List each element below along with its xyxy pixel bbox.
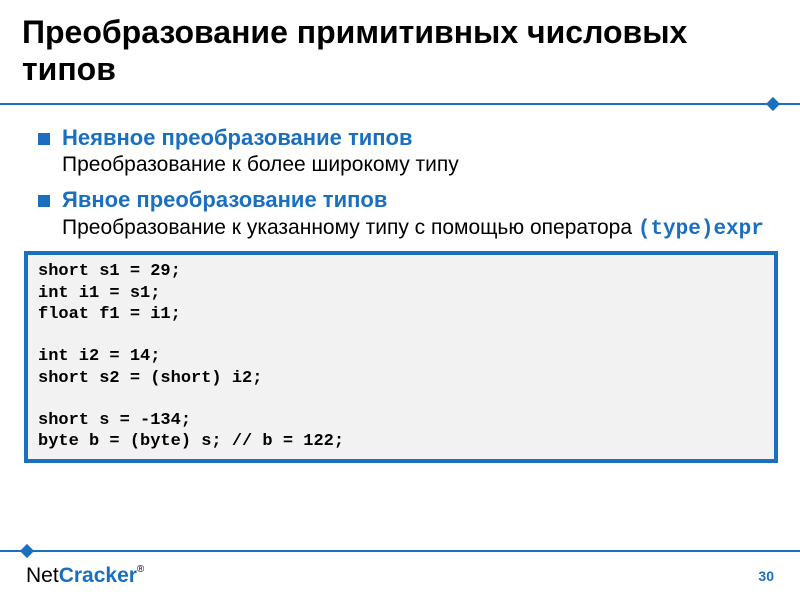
logo-net: Net (26, 564, 59, 587)
footer: NetCracker® 30 (0, 550, 800, 580)
slide-title: Преобразование примитивных числовых типо… (22, 14, 778, 88)
slide: Преобразование примитивных числовых типо… (0, 0, 800, 600)
divider-line (0, 103, 800, 105)
bullet-list: Неявное преобразование типов Преобразова… (34, 124, 768, 244)
content-area: Неявное преобразование типов Преобразова… (22, 124, 778, 463)
page-number: 30 (758, 568, 774, 584)
registered-icon: ® (137, 564, 144, 575)
logo: NetCracker® (26, 564, 144, 588)
title-divider (0, 102, 800, 106)
divider-diamond-icon (766, 97, 780, 111)
bullet-heading: Неявное преобразование типов (62, 124, 768, 153)
bullet-heading: Явное преобразование типов (62, 186, 768, 215)
footer-line (0, 550, 800, 552)
bullet-subtext: Преобразование к указанному типу с помощ… (62, 215, 768, 243)
bullet-subtext-part: Преобразование к указанному типу с помощ… (62, 216, 638, 239)
code-block: short s1 = 29; int i1 = s1; float f1 = i… (24, 251, 778, 462)
list-item: Явное преобразование типов Преобразовани… (34, 186, 768, 243)
footer-diamond-icon (20, 544, 34, 558)
logo-cracker: Cracker (59, 564, 137, 587)
list-item: Неявное преобразование типов Преобразова… (34, 124, 768, 179)
inline-code: (type)expr (638, 218, 764, 241)
bullet-subtext: Преобразование к более широкому типу (62, 152, 768, 178)
